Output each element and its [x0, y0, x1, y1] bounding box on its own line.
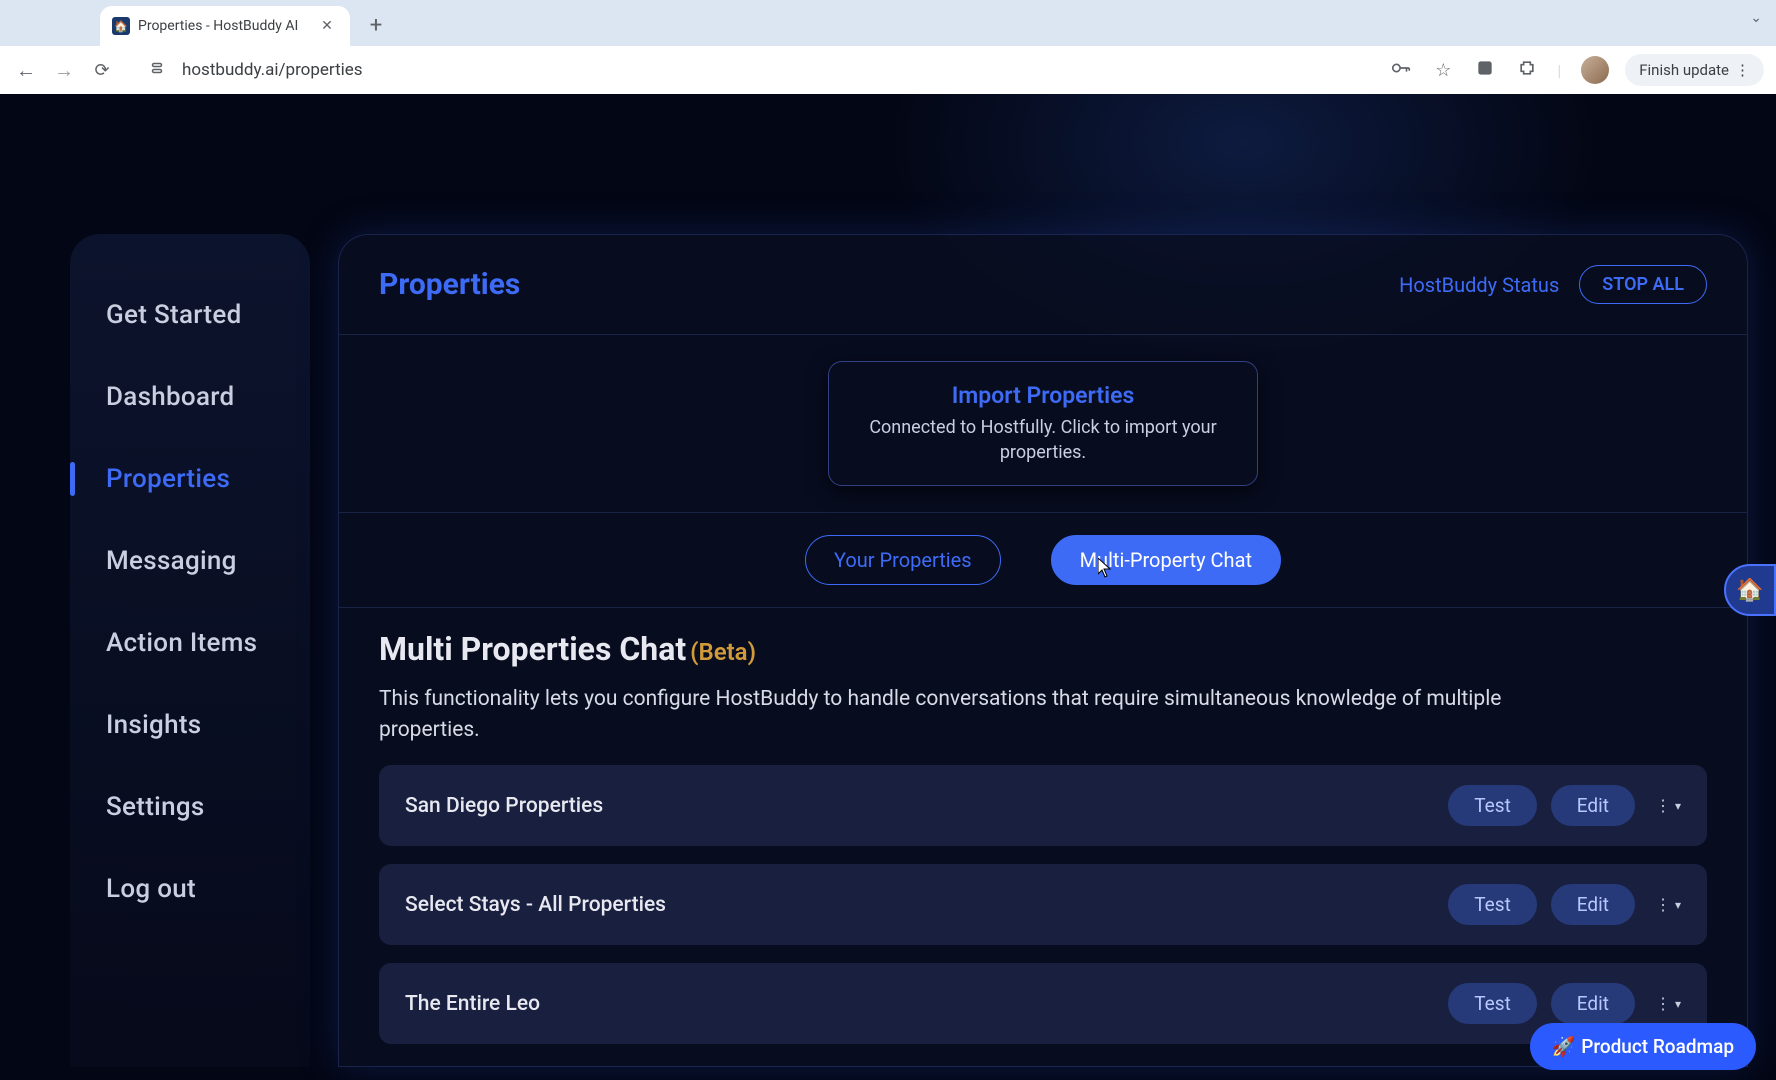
new-tab-button[interactable]: + [362, 13, 390, 38]
roadmap-label: Product Roadmap [1581, 1035, 1734, 1058]
main-panel: Properties HostBuddy Status STOP ALL Imp… [338, 234, 1748, 1067]
tab-switcher: Your Properties Multi-Property Chat [339, 513, 1747, 608]
row-menu-button[interactable]: ⋮ ▾ [1655, 796, 1681, 815]
header-actions: HostBuddy Status STOP ALL [1399, 265, 1707, 304]
sidebar-item-log-out[interactable]: Log out [70, 848, 310, 930]
sidebar-item-get-started[interactable]: Get Started [70, 274, 310, 356]
back-icon[interactable]: ← [12, 58, 40, 83]
sidebar-item-label: Action Items [106, 628, 257, 658]
address-bar: ← → ⟳ hostbuddy.ai/properties ☆ | Finish… [0, 46, 1776, 94]
stop-all-button[interactable]: STOP ALL [1579, 265, 1707, 304]
kebab-icon: ⋮ [1655, 895, 1671, 914]
tab-multi-property-chat[interactable]: Multi-Property Chat [1051, 535, 1281, 585]
sidebar-item-label: Get Started [106, 300, 242, 330]
property-group-list: San Diego Properties Test Edit ⋮ ▾ Selec… [379, 765, 1707, 1044]
import-title: Import Properties [859, 382, 1227, 409]
menu-icon: ⋮ [1735, 61, 1750, 79]
reload-icon[interactable]: ⟳ [88, 60, 116, 81]
test-button[interactable]: Test [1448, 884, 1537, 925]
tab-title: Properties - HostBuddy AI [138, 18, 310, 34]
row-menu-button[interactable]: ⋮ ▾ [1655, 994, 1681, 1013]
page-title: Properties [379, 267, 520, 302]
password-icon[interactable] [1385, 59, 1417, 82]
beta-badge: (Beta) [690, 638, 756, 666]
extensions-icon[interactable] [1511, 58, 1543, 83]
app-viewport: Get Started Dashboard Properties Messagi… [0, 94, 1776, 1080]
finish-update-button[interactable]: Finish update ⋮ [1625, 54, 1764, 86]
sidebar-item-properties[interactable]: Properties [70, 438, 310, 520]
section-heading: Multi Properties Chat [379, 630, 686, 668]
section-heading-row: Multi Properties Chat (Beta) [379, 630, 1707, 668]
toolbar-divider: | [1557, 61, 1561, 80]
property-group-name: The Entire Leo [405, 992, 1434, 1016]
property-group-row: San Diego Properties Test Edit ⋮ ▾ [379, 765, 1707, 846]
sidebar: Get Started Dashboard Properties Messagi… [70, 234, 310, 1067]
help-widget-button[interactable]: 🏠 [1724, 564, 1776, 616]
sidebar-item-label: Settings [106, 792, 205, 822]
sidebar-item-dashboard[interactable]: Dashboard [70, 356, 310, 438]
site-info-icon[interactable] [148, 59, 166, 81]
edit-button[interactable]: Edit [1551, 785, 1635, 826]
import-section: Import Properties Connected to Hostfully… [339, 335, 1747, 513]
test-button[interactable]: Test [1448, 785, 1537, 826]
chevron-down-icon: ▾ [1675, 898, 1681, 912]
kebab-icon: ⋮ [1655, 994, 1671, 1013]
sidebar-item-label: Dashboard [106, 382, 235, 412]
sidebar-item-messaging[interactable]: Messaging [70, 520, 310, 602]
edit-button[interactable]: Edit [1551, 983, 1635, 1024]
panel-header: Properties HostBuddy Status STOP ALL [339, 235, 1747, 335]
sidebar-item-label: Insights [106, 710, 201, 740]
home-icon: 🏠 [1736, 578, 1763, 603]
property-group-name: San Diego Properties [405, 794, 1434, 818]
rocket-icon: 🚀 [1552, 1035, 1576, 1058]
tab-bar: 🏠 Properties - HostBuddy AI ✕ + ⌄ [0, 0, 1776, 46]
chevron-down-icon: ▾ [1675, 997, 1681, 1011]
tabs-dropdown-icon[interactable]: ⌄ [1750, 10, 1762, 26]
tab-your-properties[interactable]: Your Properties [805, 535, 1001, 585]
bookmark-icon[interactable]: ☆ [1427, 60, 1459, 81]
profile-avatar[interactable] [1581, 56, 1609, 84]
app-layout: Get Started Dashboard Properties Messagi… [0, 234, 1776, 1067]
browser-chrome: 🏠 Properties - HostBuddy AI ✕ + ⌄ ← → ⟳ … [0, 0, 1776, 94]
import-description: Connected to Hostfully. Click to import … [859, 415, 1227, 465]
import-properties-card[interactable]: Import Properties Connected to Hostfully… [828, 361, 1258, 486]
tab-label: Multi-Property Chat [1080, 548, 1252, 572]
sidebar-item-label: Log out [106, 874, 196, 904]
property-group-name: Select Stays - All Properties [405, 893, 1434, 917]
sidebar-item-label: Messaging [106, 546, 237, 576]
property-group-row: The Entire Leo Test Edit ⋮ ▾ [379, 963, 1707, 1044]
forward-icon[interactable]: → [50, 58, 78, 83]
edit-button[interactable]: Edit [1551, 884, 1635, 925]
kebab-icon: ⋮ [1655, 796, 1671, 815]
chevron-down-icon: ▾ [1675, 799, 1681, 813]
property-group-row: Select Stays - All Properties Test Edit … [379, 864, 1707, 945]
sidebar-item-action-items[interactable]: Action Items [70, 602, 310, 684]
finish-update-label: Finish update [1639, 61, 1729, 79]
product-roadmap-button[interactable]: 🚀 Product Roadmap [1530, 1023, 1756, 1070]
sidebar-item-insights[interactable]: Insights [70, 684, 310, 766]
favicon-icon: 🏠 [112, 17, 130, 35]
close-icon[interactable]: ✕ [318, 18, 336, 34]
row-menu-button[interactable]: ⋮ ▾ [1655, 895, 1681, 914]
test-button[interactable]: Test [1448, 983, 1537, 1024]
browser-tab[interactable]: 🏠 Properties - HostBuddy AI ✕ [100, 6, 350, 46]
url-field[interactable]: hostbuddy.ai/properties [176, 60, 1375, 80]
hostbuddy-status-link[interactable]: HostBuddy Status [1399, 273, 1559, 297]
tab-label: Your Properties [834, 548, 972, 572]
sidebar-item-settings[interactable]: Settings [70, 766, 310, 848]
sidebar-item-label: Properties [106, 464, 230, 494]
multi-properties-chat-section: Multi Properties Chat (Beta) This functi… [339, 608, 1747, 1066]
section-description: This functionality lets you configure Ho… [379, 684, 1539, 745]
extension-icon-1[interactable] [1469, 58, 1501, 83]
